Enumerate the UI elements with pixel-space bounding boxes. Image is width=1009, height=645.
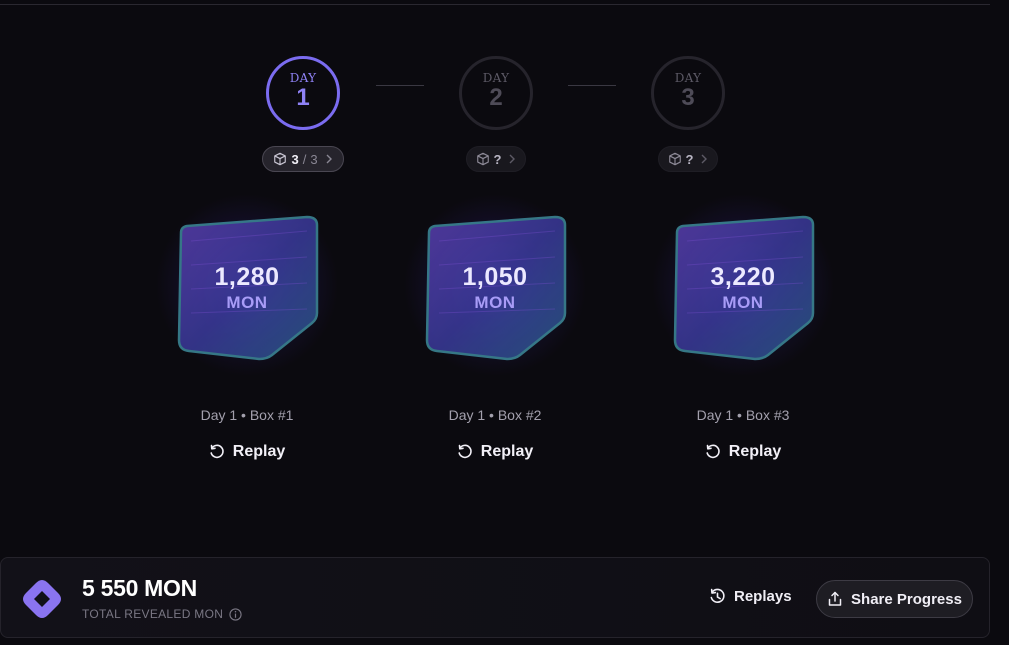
- reward-box-card-2: 1,050 MON Day 1 • Box #2 Replay: [403, 193, 587, 460]
- replay-label: Replay: [232, 443, 286, 460]
- cube-icon: [274, 152, 287, 166]
- replay-button[interactable]: Replay: [663, 443, 823, 461]
- chevron-right-icon: [509, 154, 516, 164]
- box-unit: MON: [226, 293, 268, 312]
- info-icon[interactable]: [229, 607, 242, 621]
- day-2-step[interactable]: DAY 2: [459, 56, 533, 130]
- total-count: 3: [310, 151, 318, 167]
- box-caption: Day 1 • Box #1: [200, 407, 294, 423]
- day-number: 1: [296, 84, 310, 111]
- replays-button[interactable]: Replays: [709, 588, 792, 605]
- replay-button[interactable]: Replay: [415, 443, 575, 461]
- count-separator: /: [302, 151, 307, 167]
- day-label: DAY: [674, 71, 702, 85]
- box-unit: MON: [474, 293, 516, 312]
- total-revealed-label: TOTAL REVEALED MON: [82, 607, 224, 621]
- day-2-box-count-pill[interactable]: ?: [466, 146, 526, 172]
- reward-box-card-3: 3,220 MON Day 1 • Box #3 Replay: [651, 193, 835, 460]
- replays-label: Replays: [734, 588, 792, 605]
- replay-icon: [706, 444, 720, 459]
- replay-icon: [458, 444, 472, 459]
- box-value: 1,050: [462, 263, 528, 291]
- replay-label: Replay: [728, 443, 782, 460]
- day-number: 2: [489, 84, 503, 111]
- step-connector: [568, 85, 616, 86]
- day-label: DAY: [482, 71, 510, 85]
- replay-icon: [210, 444, 224, 459]
- summary-footer: 5 550 MON TOTAL REVEALED MON Replays Sha…: [0, 557, 990, 638]
- box-value: 1,280: [214, 263, 280, 291]
- total-revealed-value: 5 550 MON: [82, 575, 197, 601]
- unknown-count: ?: [685, 151, 694, 167]
- day-1-box-count-pill[interactable]: 3 / 3: [262, 146, 344, 172]
- share-label: Share Progress: [851, 590, 962, 608]
- day-number: 3: [681, 84, 695, 111]
- cube-icon: [668, 152, 681, 166]
- logo-icon: [23, 580, 61, 618]
- share-progress-button[interactable]: Share Progress: [816, 580, 973, 618]
- day-label: DAY: [289, 71, 317, 85]
- history-icon: [710, 588, 725, 603]
- reward-box-card-1: 1,280 MON Day 1 • Box #1 Replay: [155, 193, 339, 460]
- cube-icon: [476, 152, 489, 166]
- replay-label: Replay: [480, 443, 534, 460]
- box-unit: MON: [722, 293, 764, 312]
- share-icon: [828, 591, 842, 606]
- total-revealed-label-row: TOTAL REVEALED MON: [82, 607, 242, 621]
- opened-count: 3: [291, 151, 299, 167]
- step-connector: [376, 85, 424, 86]
- day-3-box-count-pill[interactable]: ?: [658, 146, 718, 172]
- chevron-right-icon: [701, 154, 708, 164]
- top-divider: [0, 4, 990, 5]
- box-value: 3,220: [710, 263, 776, 291]
- day-3-step[interactable]: DAY 3: [651, 56, 725, 130]
- unknown-count: ?: [493, 151, 502, 167]
- box-caption: Day 1 • Box #2: [448, 407, 542, 423]
- day-1-step[interactable]: DAY 1: [266, 56, 340, 130]
- replay-button[interactable]: Replay: [167, 443, 327, 461]
- chevron-right-icon: [326, 154, 332, 164]
- box-caption: Day 1 • Box #3: [696, 407, 790, 423]
